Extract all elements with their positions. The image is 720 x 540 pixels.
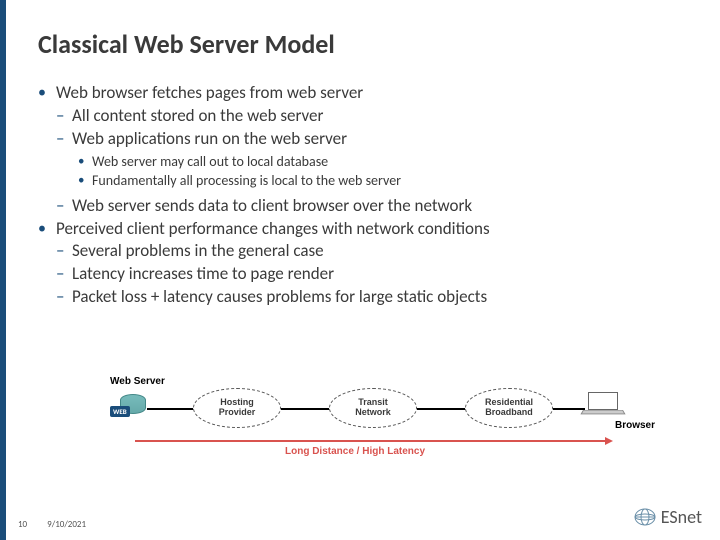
- slide-footer: 10 9/10/2021: [18, 519, 86, 530]
- esnet-logo: ESnet: [633, 506, 702, 528]
- slide-title: Classical Web Server Model: [38, 28, 690, 60]
- accent-bar: [0, 0, 6, 540]
- laptop-icon: [583, 392, 623, 418]
- connector-line: [281, 408, 331, 410]
- logo-text: ESnet: [661, 506, 702, 528]
- cloud-residential: Residential Broadband: [465, 388, 553, 428]
- sub-bullet-item: Latency increases time to page render: [38, 263, 690, 286]
- bullet-list: Perceived client performance changes wit…: [38, 218, 690, 241]
- sub-bullet-list: Web server sends data to client browser …: [38, 195, 690, 218]
- diagram-label-webserver: Web Server: [110, 376, 165, 387]
- connector-line: [417, 408, 467, 410]
- subsub-bullet-list: Web server may call out to local databas…: [38, 153, 690, 191]
- connector-line: [147, 408, 195, 410]
- sub-bullet-item: All content stored on the web server: [38, 105, 690, 128]
- sub-bullet-item: Several problems in the general case: [38, 240, 690, 263]
- page-number: 10: [18, 519, 27, 530]
- bullet-item: Web browser fetches pages from web serve…: [38, 82, 690, 105]
- latency-arrow: [135, 440, 605, 442]
- footer-date: 9/10/2021: [47, 519, 86, 530]
- sub-bullet-list: Several problems in the general case Lat…: [38, 240, 690, 309]
- sub-bullet-item: Web applications run on the web server: [38, 128, 690, 151]
- diagram-label-browser: Browser: [615, 420, 655, 431]
- bullet-item: Perceived client performance changes wit…: [38, 218, 690, 241]
- network-diagram: Web Server WEB Hosting Provider Transit …: [115, 378, 615, 476]
- subsub-bullet-item: Fundamentally all processing is local to…: [38, 172, 690, 191]
- web-badge: WEB: [110, 406, 130, 417]
- cloud-transit: Transit Network: [329, 388, 417, 428]
- slide-content: Classical Web Server Model Web browser f…: [0, 0, 720, 309]
- sub-bullet-item: Web server sends data to client browser …: [38, 195, 690, 218]
- sub-bullet-list: All content stored on the web server Web…: [38, 105, 690, 151]
- sub-bullet-item: Packet loss + latency causes problems fo…: [38, 286, 690, 309]
- connector-line: [553, 408, 585, 410]
- globe-icon: [633, 507, 657, 527]
- latency-label: Long Distance / High Latency: [285, 446, 425, 457]
- bullet-list: Web browser fetches pages from web serve…: [38, 82, 690, 105]
- cloud-hosting: Hosting Provider: [193, 388, 281, 428]
- subsub-bullet-item: Web server may call out to local databas…: [38, 153, 690, 172]
